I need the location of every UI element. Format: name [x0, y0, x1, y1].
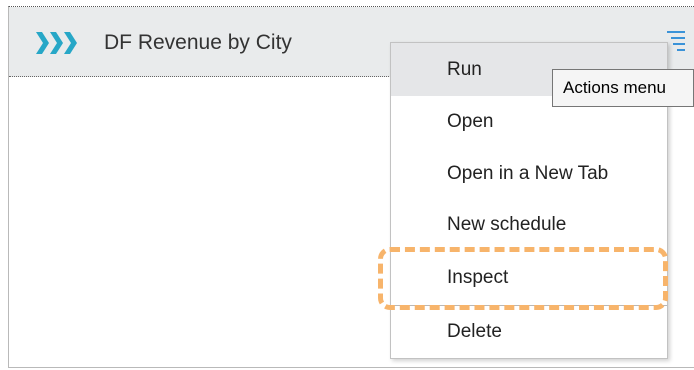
triple-chevron-icon [36, 32, 77, 54]
menu-item-delete[interactable]: Delete [391, 306, 667, 358]
menu-icon-line [673, 43, 685, 45]
menu-item-new-schedule[interactable]: New schedule [391, 199, 667, 251]
menu-icon-line [671, 37, 685, 39]
menu-icon-line [667, 31, 685, 33]
menu-item-inspect[interactable]: Inspect [391, 251, 667, 305]
menu-icon-line [677, 49, 685, 51]
menu-item-open-new-tab[interactable]: Open in a New Tab [391, 148, 667, 199]
actions-menu-tooltip: Actions menu [552, 69, 694, 107]
panel-title: DF Revenue by City [104, 31, 292, 54]
